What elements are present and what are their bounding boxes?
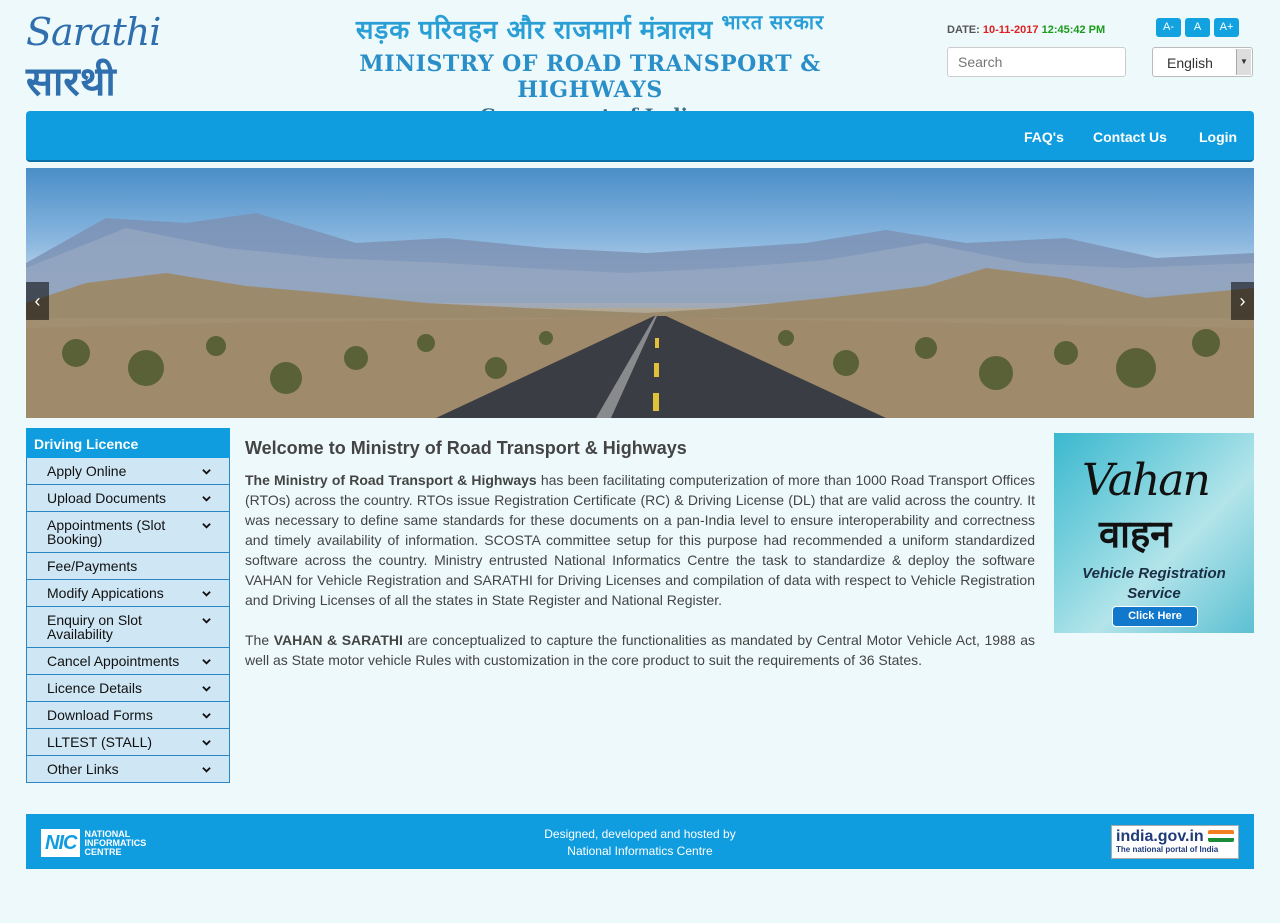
sidebar-item[interactable]: Apply Online xyxy=(26,458,230,485)
dropdown-arrow-icon: ▼ xyxy=(1236,49,1251,75)
chevron-down-icon xyxy=(202,713,211,719)
font-normal-button[interactable]: A xyxy=(1185,18,1210,37)
page-title: Welcome to Ministry of Road Transport & … xyxy=(245,438,687,458)
font-increase-button[interactable]: A+ xyxy=(1214,18,1239,37)
sidebar-item[interactable]: Download Forms xyxy=(26,702,230,729)
sidebar-item[interactable]: Enquiry on Slot Availability xyxy=(26,607,230,648)
footer: NIC NATIONAL INFORMATICS CENTRE Designed… xyxy=(26,814,1254,869)
date-time-display: DATE: 10-11-2017 12:45:42 PM xyxy=(947,24,1105,36)
main-navbar: FAQ's Contact Us Login xyxy=(26,111,1254,162)
language-value: English xyxy=(1167,55,1213,71)
vahan-click-here-button[interactable]: Click Here xyxy=(1112,606,1198,627)
india-gov-logo[interactable]: india.gov.in The national portal of Indi… xyxy=(1111,825,1239,859)
sidebar-item-label: LLTEST (STALL) xyxy=(47,734,153,750)
sidebar-title: Driving Licence xyxy=(26,428,230,458)
india-flag-icon xyxy=(1208,830,1234,842)
sidebar-item[interactable]: Modify Appications xyxy=(26,580,230,607)
banner-carousel xyxy=(26,168,1254,418)
vahan-subtitle: Vehicle Registration Service xyxy=(1082,565,1226,602)
footer-credits: Designed, developed and hosted by Nation… xyxy=(544,827,736,858)
chevron-down-icon xyxy=(202,618,211,624)
ministry-title: सड़क परिवहन और राजमार्ग मंत्रालय भारत सर… xyxy=(300,8,880,127)
chevron-down-icon xyxy=(202,469,211,475)
search-input[interactable] xyxy=(947,47,1126,77)
sidebar-item[interactable]: Appointments (Slot Booking) xyxy=(26,512,230,553)
vahan-hindi-title: वाहन xyxy=(1099,514,1172,556)
carousel-next-button[interactable]: › xyxy=(1231,282,1254,320)
india-gov-tagline: The national portal of India xyxy=(1116,845,1219,854)
chevron-down-icon xyxy=(202,523,211,529)
sidebar-item-label: Modify Appications xyxy=(47,585,164,601)
driving-licence-sidebar: Driving Licence Apply Online Upload Docum… xyxy=(26,428,230,783)
font-size-controls: A- A A+ xyxy=(1156,18,1239,37)
intro-bold: The Ministry of Road Transport & Highway… xyxy=(245,472,537,488)
main-content: Welcome to Ministry of Road Transport & … xyxy=(245,438,1035,670)
date-label: DATE: xyxy=(947,24,980,36)
intro-paragraph: The Ministry of Road Transport & Highway… xyxy=(245,472,1036,608)
desert-road-image xyxy=(26,213,1254,418)
sidebar-item-label: Other Links xyxy=(47,761,119,777)
nav-faqs[interactable]: FAQ's xyxy=(1024,129,1064,145)
chevron-down-icon xyxy=(202,591,211,597)
sidebar-item[interactable]: LLTEST (STALL) xyxy=(26,729,230,756)
sidebar-item-label: Fee/Payments xyxy=(47,558,138,574)
sidebar-item-label: Apply Online xyxy=(47,463,127,479)
vahan-sarathi-bold: VAHAN & SARATHI xyxy=(273,632,403,648)
sidebar-item[interactable]: Cancel Appointments xyxy=(26,648,230,675)
sarathi-logo[interactable]: Sarathi सारथी xyxy=(26,10,161,104)
sidebar-item-label: Enquiry on Slot Availability xyxy=(47,612,142,642)
sidebar-item-label: Cancel Appointments xyxy=(47,653,180,669)
current-time: 12:45:42 PM xyxy=(1041,24,1106,36)
sidebar-item-label: Download Forms xyxy=(47,707,153,723)
carousel-prev-button[interactable]: ‹ xyxy=(26,282,49,320)
chevron-down-icon xyxy=(202,767,211,773)
ministry-english: MINISTRY OF ROAD TRANSPORT & HIGHWAYS xyxy=(359,50,821,103)
sidebar-item[interactable]: Fee/Payments xyxy=(26,553,230,580)
vahan-ad-banner[interactable]: Vahan वाहन Vehicle Registration Service … xyxy=(1054,433,1254,633)
ministry-hindi: सड़क परिवहन और राजमार्ग मंत्रालय भारत सर… xyxy=(355,12,825,45)
font-decrease-button[interactable]: A- xyxy=(1156,18,1181,37)
sidebar-item[interactable]: Other Links xyxy=(26,756,230,783)
sidebar-item[interactable]: Upload Documents xyxy=(26,485,230,512)
sidebar-item-label: Licence Details xyxy=(47,680,142,696)
sidebar-item-label: Upload Documents xyxy=(47,490,167,506)
current-date: 10-11-2017 xyxy=(982,24,1039,36)
chevron-down-icon xyxy=(202,659,211,665)
logo-hindi-text: सारथी xyxy=(26,60,116,104)
govt-hindi: भारत सरकार xyxy=(721,12,825,34)
language-select[interactable]: English ▼ xyxy=(1152,47,1253,77)
vahan-english-title: Vahan xyxy=(1082,455,1211,506)
chevron-down-icon xyxy=(202,740,211,746)
vahan-sarathi-paragraph: The VAHAN & SARATHI are conceptualized t… xyxy=(245,632,1035,668)
sidebar-item[interactable]: Licence Details xyxy=(26,675,230,702)
nav-login[interactable]: Login xyxy=(1199,129,1237,145)
logo-english-text: Sarathi xyxy=(26,10,161,54)
chevron-down-icon xyxy=(202,686,211,692)
nav-contact-us[interactable]: Contact Us xyxy=(1093,129,1167,145)
chevron-down-icon xyxy=(202,496,211,502)
sidebar-item-label: Appointments (Slot Booking) xyxy=(47,517,166,547)
